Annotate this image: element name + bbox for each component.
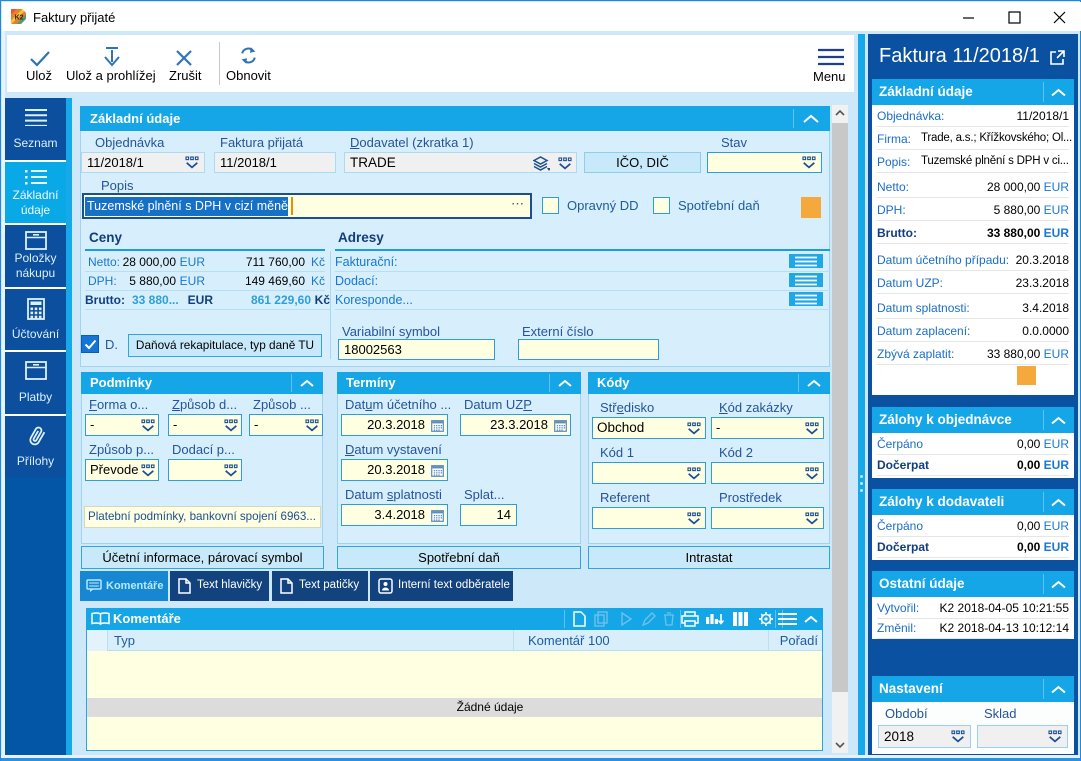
svg-text:K2: K2 (15, 15, 24, 22)
